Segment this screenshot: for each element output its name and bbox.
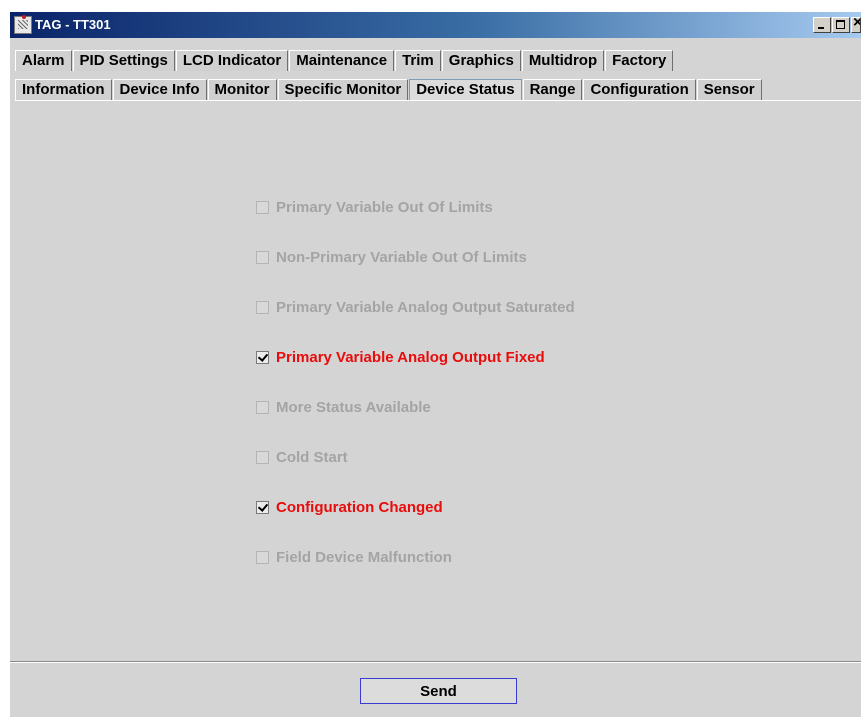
status-item-more-status[interactable]: More Status Available <box>256 397 431 417</box>
status-item-field-device-malfunction[interactable]: Field Device Malfunction <box>256 547 452 567</box>
checkbox[interactable] <box>256 250 269 264</box>
tab-information[interactable]: Information <box>15 79 112 100</box>
app-window: TAG - TT301 Alarm PID Settings LCD Indic… <box>10 12 861 717</box>
status-item-pv-ao-fixed[interactable]: Primary Variable Analog Output Fixed <box>256 347 545 367</box>
maximize-icon[interactable] <box>832 17 850 33</box>
status-item-non-pv-out-of-limits[interactable]: Non-Primary Variable Out Of Limits <box>256 247 527 267</box>
tab-multidrop[interactable]: Multidrop <box>521 50 605 71</box>
window-controls <box>813 17 861 33</box>
app-icon[interactable] <box>14 15 32 34</box>
tab-sensor[interactable]: Sensor <box>696 79 762 100</box>
send-button[interactable]: Send <box>360 678 517 704</box>
status-label: Non-Primary Variable Out Of Limits <box>276 248 527 266</box>
tab-specific-monitor[interactable]: Specific Monitor <box>277 79 409 100</box>
tab-device-status[interactable]: Device Status <box>409 79 522 101</box>
status-label: Cold Start <box>276 448 348 466</box>
bottom-separator <box>10 661 861 663</box>
minimize-icon[interactable] <box>813 17 831 33</box>
tab-factory[interactable]: Factory <box>605 50 674 71</box>
checkbox[interactable] <box>256 550 269 564</box>
status-label: Field Device Malfunction <box>276 548 452 566</box>
status-label: Primary Variable Analog Output Fixed <box>276 348 545 366</box>
status-label: Primary Variable Out Of Limits <box>276 198 493 216</box>
tab-row-top: Alarm PID Settings LCD Indicator Mainten… <box>15 50 674 71</box>
close-icon[interactable] <box>851 17 861 33</box>
tab-range[interactable]: Range <box>522 79 583 100</box>
status-label: More Status Available <box>276 398 431 416</box>
checkmark-icon[interactable] <box>256 500 269 514</box>
tab-device-info[interactable]: Device Info <box>112 79 207 100</box>
tab-monitor[interactable]: Monitor <box>207 79 277 100</box>
device-status-panel <box>15 100 861 652</box>
status-item-pv-ao-saturated[interactable]: Primary Variable Analog Output Saturated <box>256 297 575 317</box>
checkbox[interactable] <box>256 300 269 314</box>
tab-graphics[interactable]: Graphics <box>441 50 521 71</box>
status-item-config-changed[interactable]: Configuration Changed <box>256 497 443 517</box>
tab-pid-settings[interactable]: PID Settings <box>72 50 175 71</box>
tab-lcd-indicator[interactable]: LCD Indicator <box>175 50 289 71</box>
status-label: Configuration Changed <box>276 498 443 516</box>
tab-trim[interactable]: Trim <box>395 50 441 71</box>
status-label: Primary Variable Analog Output Saturated <box>276 298 575 316</box>
tab-configuration[interactable]: Configuration <box>583 79 696 100</box>
checkbox[interactable] <box>256 450 269 464</box>
checkmark-icon[interactable] <box>256 350 269 364</box>
status-item-pv-out-of-limits[interactable]: Primary Variable Out Of Limits <box>256 197 493 217</box>
tab-row-bottom: Information Device Info Monitor Specific… <box>15 79 763 101</box>
title-bar[interactable]: TAG - TT301 <box>10 12 861 38</box>
window-title: TAG - TT301 <box>35 17 111 32</box>
checkbox[interactable] <box>256 400 269 414</box>
tab-maintenance[interactable]: Maintenance <box>289 50 395 71</box>
status-item-cold-start[interactable]: Cold Start <box>256 447 348 467</box>
tab-alarm[interactable]: Alarm <box>15 50 72 71</box>
checkbox[interactable] <box>256 200 269 214</box>
